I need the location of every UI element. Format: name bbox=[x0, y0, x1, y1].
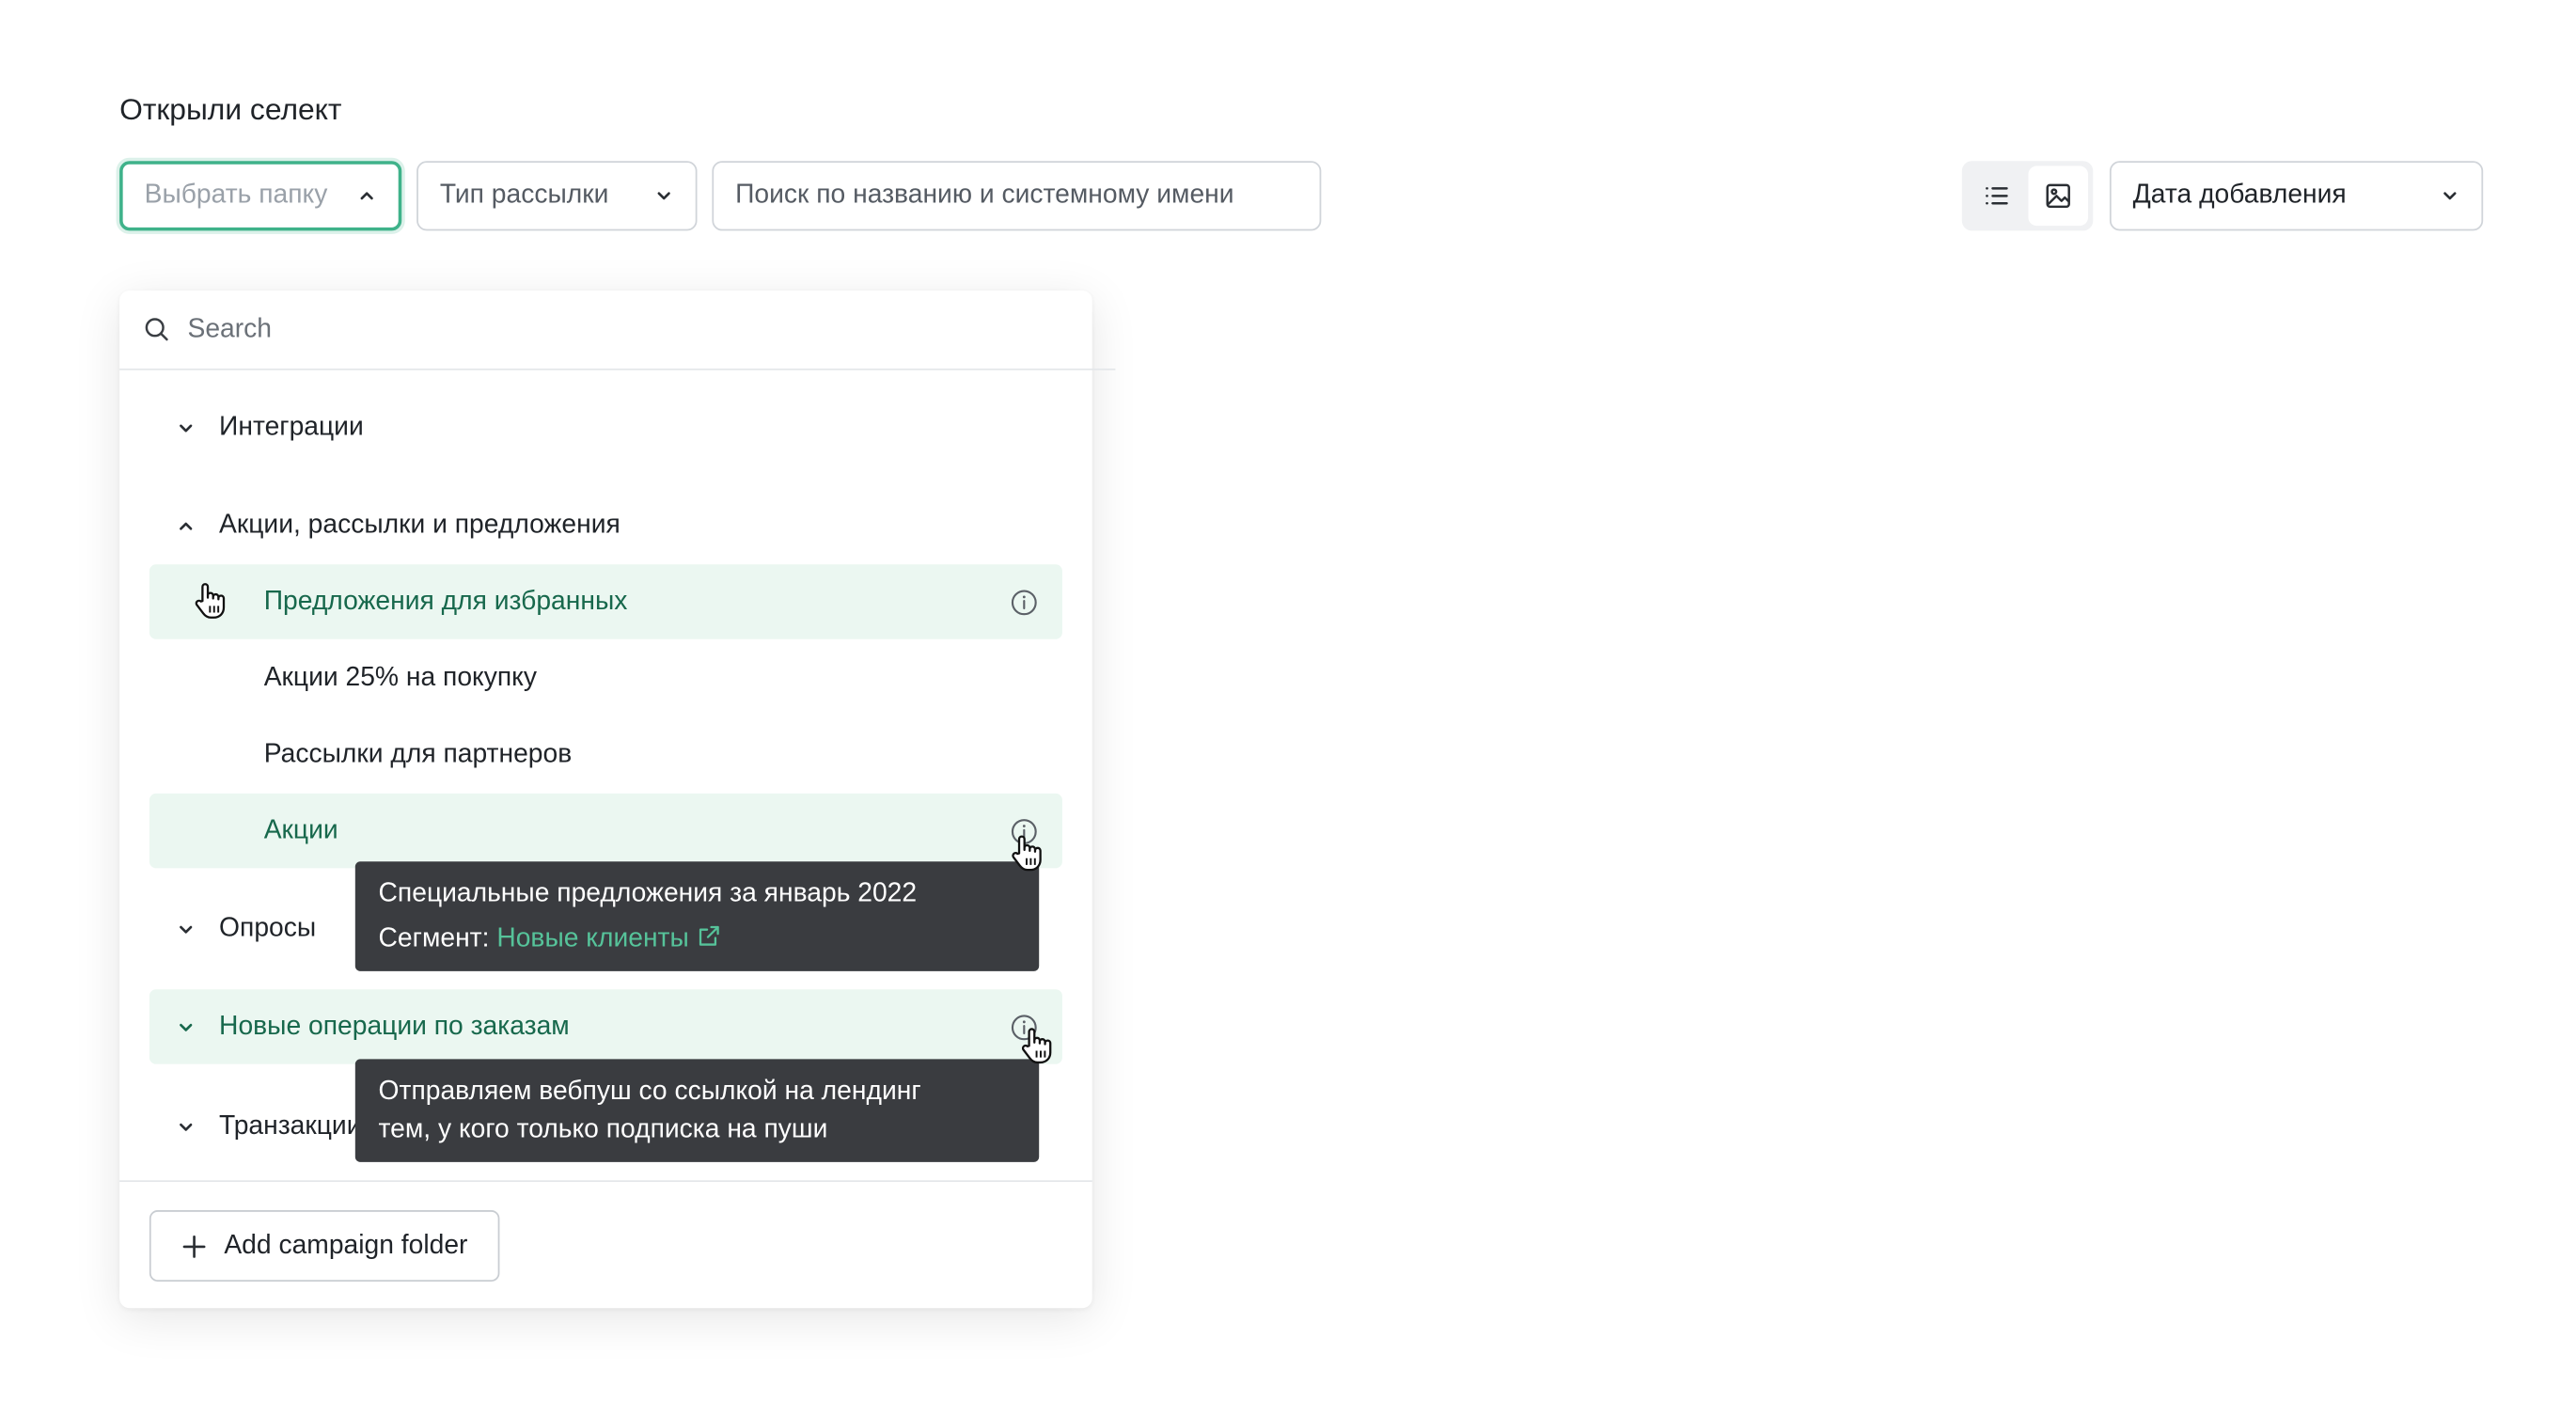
chevron-down-icon bbox=[2440, 186, 2459, 206]
folder-item-label: Акции 25% на покупку bbox=[263, 663, 537, 692]
folder-item-label: Рассылки для партнеров bbox=[263, 739, 573, 768]
tooltip-description: Специальные предложения за январь 2022 bbox=[378, 879, 918, 908]
folder-item-label: Акции bbox=[263, 815, 338, 844]
image-icon bbox=[2043, 181, 2073, 211]
folder-select[interactable]: Выбрать папку bbox=[119, 161, 402, 231]
chevron-down-icon bbox=[654, 186, 674, 206]
campaign-search-placeholder: Поиск по названию и системному имени bbox=[735, 181, 1234, 210]
add-campaign-folder-button[interactable]: Add campaign folder bbox=[149, 1210, 500, 1282]
plus-icon bbox=[181, 1233, 224, 1259]
tooltip-segment-line: Сегмент: Новые клиенты bbox=[379, 917, 1016, 962]
folder-item-label: Интеграции bbox=[219, 412, 364, 441]
grid-view-button[interactable] bbox=[2028, 165, 2088, 227]
tooltip-description: Отправляем вебпуш со ссылкой на лендинг bbox=[378, 1077, 921, 1106]
mailing-type-select[interactable]: Тип рассылки bbox=[416, 161, 698, 231]
campaign-search-input[interactable]: Поиск по названию и системному имени bbox=[712, 161, 1322, 231]
mailing-type-label: Тип рассылки bbox=[439, 181, 609, 210]
folder-item[interactable]: Интеграции bbox=[149, 390, 1062, 464]
dropdown-footer: Add campaign folder bbox=[119, 1180, 1092, 1310]
folder-item-label: Транзакции bbox=[219, 1111, 362, 1141]
chevron-up-icon bbox=[357, 186, 377, 206]
folder-item[interactable]: Акции, рассылки и предложения bbox=[149, 488, 1062, 562]
chevron-down-icon bbox=[176, 919, 196, 938]
tooltip-description-continued: тем, у кого только подписка на пуши bbox=[378, 1115, 828, 1144]
folder-dropdown: Search Интеграции Акции, рассылки и пред… bbox=[119, 290, 1116, 1310]
hand-cursor-icon bbox=[193, 579, 229, 622]
folder-item[interactable]: Акции 25% на покупку bbox=[149, 640, 1062, 715]
sort-select[interactable]: Дата добавления bbox=[2109, 161, 2484, 231]
external-link-icon[interactable] bbox=[696, 923, 722, 950]
tooltip-segment-prefix: Сегмент: bbox=[378, 924, 497, 953]
dropdown-search[interactable]: Search bbox=[119, 291, 1116, 370]
search-icon bbox=[143, 315, 188, 343]
stage: Открыли селект Выбрать папку Тип рассылк… bbox=[0, 0, 2576, 1401]
add-campaign-folder-label: Add campaign folder bbox=[224, 1231, 468, 1260]
dropdown-search-placeholder: Search bbox=[187, 314, 273, 343]
chevron-up-icon bbox=[176, 515, 196, 535]
folder-item-label: Новые операции по заказам bbox=[219, 1012, 570, 1041]
folder-item[interactable]: Акции bbox=[149, 793, 1062, 869]
view-toggle bbox=[1961, 161, 2094, 231]
segment-link[interactable]: Новые клиенты bbox=[496, 924, 688, 952]
chevron-down-icon bbox=[176, 1116, 196, 1136]
chevron-down-icon bbox=[176, 1016, 196, 1036]
list-view-button[interactable] bbox=[1967, 166, 2027, 227]
page-title: Открыли селект bbox=[119, 92, 342, 127]
sort-select-label: Дата добавления bbox=[2132, 181, 2347, 210]
folder-item[interactable]: Рассылки для партнеров bbox=[149, 717, 1062, 792]
folder-item-label: Опросы bbox=[219, 913, 317, 942]
folder-select-placeholder: Выбрать папку bbox=[144, 181, 328, 210]
folder-item-label: Предложения для избранных bbox=[263, 587, 628, 616]
folder-item[interactable]: Новые операции по заказам bbox=[149, 989, 1062, 1064]
chevron-down-icon bbox=[176, 417, 196, 437]
folder-description-tooltip: Специальные предложения за январь 2022 С… bbox=[354, 861, 1040, 971]
hand-cursor-icon bbox=[1019, 1024, 1056, 1067]
hand-cursor-icon bbox=[1009, 832, 1045, 875]
folder-item-label: Акции, рассылки и предложения bbox=[219, 510, 620, 539]
folder-item[interactable]: Предложения для избранных bbox=[149, 564, 1062, 639]
list-icon bbox=[1982, 181, 2012, 211]
info-icon[interactable] bbox=[1009, 587, 1039, 617]
folder-description-tooltip: Отправляем вебпуш со ссылкой на лендинг … bbox=[354, 1059, 1040, 1162]
